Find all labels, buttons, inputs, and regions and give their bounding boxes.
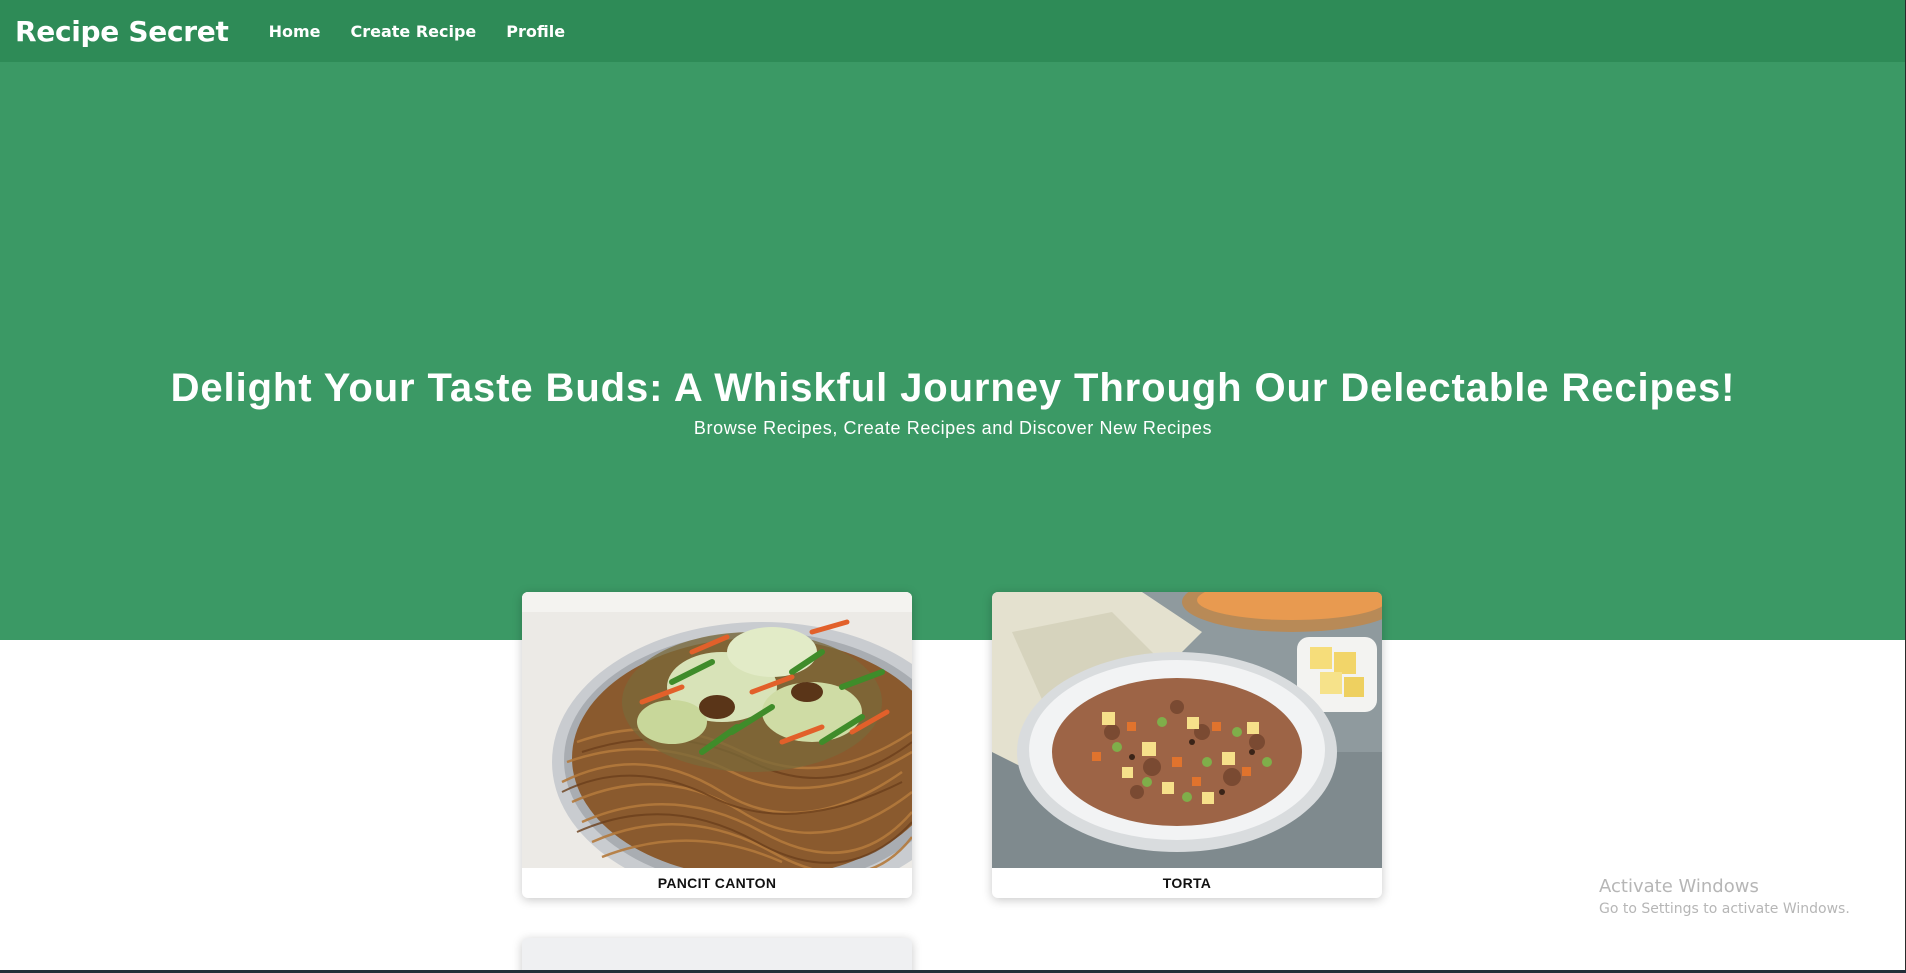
- recipe-card[interactable]: PANCIT CANTON: [522, 592, 912, 898]
- windows-activation-title: Activate Windows: [1599, 876, 1759, 897]
- hero-banner: Delight Your Taste Buds: A Whiskful Jour…: [0, 62, 1906, 640]
- hero-title: Delight Your Taste Buds: A Whiskful Jour…: [170, 366, 1736, 410]
- nav-link-create-recipe[interactable]: Create Recipe: [350, 22, 476, 41]
- navbar: Recipe Secret Home Create Recipe Profile: [0, 0, 1906, 62]
- brand-logo[interactable]: Recipe Secret: [15, 15, 229, 48]
- hero-subtitle: Browse Recipes, Create Recipes and Disco…: [693, 418, 1213, 438]
- recipe-image-pancit-canton: [522, 592, 912, 868]
- recipe-image-torta: [992, 592, 1382, 868]
- recipe-image-placeholder: [522, 938, 912, 973]
- windows-activation-subtitle: Go to Settings to activate Windows.: [1599, 901, 1850, 917]
- recipe-title: PANCIT CANTON: [657, 875, 777, 891]
- recipe-card[interactable]: TORTA: [992, 592, 1382, 898]
- recipe-title: TORTA: [1162, 875, 1212, 891]
- recipe-card[interactable]: [522, 938, 912, 973]
- nav-link-home[interactable]: Home: [269, 22, 321, 41]
- nav-link-profile[interactable]: Profile: [506, 22, 565, 41]
